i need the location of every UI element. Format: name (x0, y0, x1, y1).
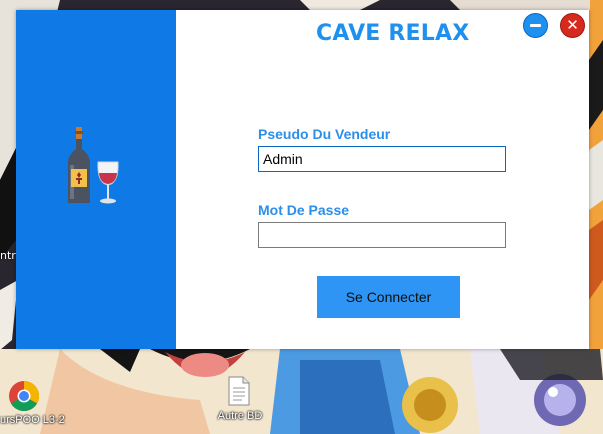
password-label: Mot De Passe (258, 202, 350, 218)
wine-bottle-glass-icon (68, 127, 119, 204)
username-input[interactable] (258, 146, 506, 172)
document-shortcut-label[interactable]: Autre BD (212, 410, 268, 422)
minimize-button[interactable] (523, 13, 548, 38)
close-icon: ✕ (566, 16, 579, 34)
chrome-shortcut-label[interactable]: ursPOO L3-2 (0, 414, 70, 426)
login-window: CAVE RELAX ✕ Pseudo Du Vendeur Mot De Pa… (16, 10, 589, 349)
document-icon[interactable] (228, 376, 250, 406)
chrome-icon[interactable] (8, 380, 40, 412)
close-button[interactable]: ✕ (560, 13, 585, 38)
desktop-edge-label: ntr (0, 249, 16, 262)
side-panel (16, 10, 176, 349)
username-label: Pseudo Du Vendeur (258, 126, 391, 142)
connect-button[interactable]: Se Connecter (317, 276, 460, 318)
app-title: CAVE RELAX (316, 21, 470, 46)
password-input[interactable] (258, 222, 506, 248)
